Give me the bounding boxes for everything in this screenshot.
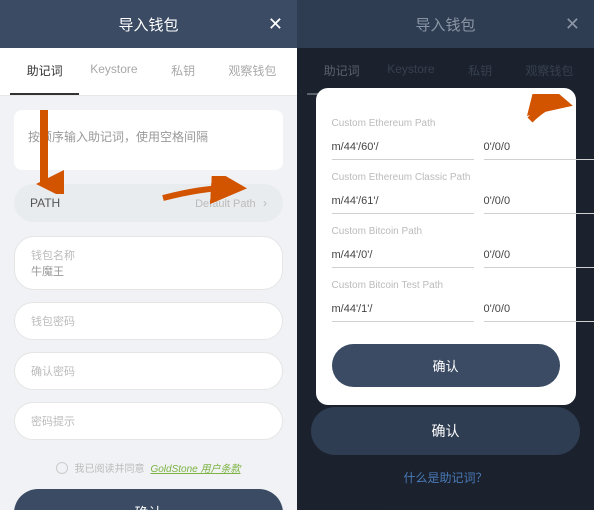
path-prefix-input[interactable] xyxy=(332,243,474,268)
mnemonic-placeholder: 按顺序输入助记词，使用空格间隔 xyxy=(28,130,208,144)
terms-link[interactable]: GoldStone 用户条款 xyxy=(150,460,240,475)
terms-row: 我已阅读并同意 GoldStone 用户条款 xyxy=(14,452,283,489)
group-label: Custom Ethereum Classic Path xyxy=(332,172,560,183)
path-suffix-input[interactable] xyxy=(484,297,594,322)
left-panel: 导入钱包 ✕ 助记词 Keystore 私钥 观察钱包 按顺序输入助记词，使用空… xyxy=(0,0,297,510)
path-suffix-input[interactable] xyxy=(484,243,594,268)
path-prefix-input[interactable] xyxy=(332,135,474,160)
password-hint-field[interactable]: 密码提示 xyxy=(14,402,283,440)
path-row[interactable]: PATH Default Path › xyxy=(14,184,283,222)
wallet-name-placeholder: 钱包名称 xyxy=(31,250,75,262)
path-suffix-input[interactable] xyxy=(484,135,594,160)
group-label: Custom Bitcoin Test Path xyxy=(332,280,560,291)
path-value: Default Path xyxy=(195,198,256,210)
right-panel: 导入钱包 ✕ 助记词 Keystore 私钥 观察钱包 Custom Ether… xyxy=(297,0,594,510)
modal-confirm-button[interactable]: 确认 xyxy=(332,344,560,387)
group-label: Custom Ethereum Path xyxy=(332,118,560,129)
chevron-right-icon: › xyxy=(263,196,267,210)
tab-keystore[interactable]: Keystore xyxy=(79,48,148,95)
path-inputs xyxy=(332,243,560,268)
path-label: PATH xyxy=(30,196,60,210)
header: 导入钱包 ✕ xyxy=(0,0,297,48)
path-modal: Custom Ethereum Path Custom Ethereum Cla… xyxy=(316,88,576,405)
group-label: Custom Bitcoin Path xyxy=(332,226,560,237)
mnemonic-input[interactable]: 按顺序输入助记词，使用空格间隔 xyxy=(14,110,283,170)
header-title: 导入钱包 xyxy=(415,14,475,35)
tabs: 助记词 Keystore 私钥 观察钱包 xyxy=(0,48,297,96)
wallet-name-field[interactable]: 钱包名称 牛魔王 xyxy=(14,236,283,290)
terms-prefix: 我已阅读并同意 xyxy=(74,460,144,475)
path-inputs xyxy=(332,189,560,214)
confirm-button[interactable]: 确认 xyxy=(311,407,580,455)
annotation-arrow-down-icon xyxy=(24,106,64,194)
wallet-password-field[interactable]: 钱包密码 xyxy=(14,302,283,340)
confirm-password-field[interactable]: 确认密码 xyxy=(14,352,283,390)
footer-help-link[interactable]: 什么是助记词？ xyxy=(311,455,580,500)
path-suffix-input[interactable] xyxy=(484,189,594,214)
content: 按顺序输入助记词，使用空格间隔 PATH Default Path › 钱包名称… xyxy=(0,96,297,510)
terms-checkbox[interactable] xyxy=(56,462,68,474)
path-prefix-input[interactable] xyxy=(332,297,474,322)
tab-mnemonic[interactable]: 助记词 xyxy=(10,48,79,95)
header: 导入钱包 ✕ xyxy=(297,0,594,48)
wallet-name-value: 牛魔王 xyxy=(31,266,64,278)
path-prefix-input[interactable] xyxy=(332,189,474,214)
close-icon[interactable]: ✕ xyxy=(565,14,580,35)
path-inputs xyxy=(332,297,560,322)
tab-privatekey[interactable]: 私钥 xyxy=(149,48,218,95)
close-icon[interactable]: ✕ xyxy=(268,14,283,35)
header-title: 导入钱包 xyxy=(118,14,178,35)
path-inputs xyxy=(332,135,560,160)
confirm-button[interactable]: 确认 xyxy=(14,489,283,510)
right-bottom: 确认 什么是助记词？ xyxy=(297,407,594,510)
tab-watch[interactable]: 观察钱包 xyxy=(218,48,287,95)
